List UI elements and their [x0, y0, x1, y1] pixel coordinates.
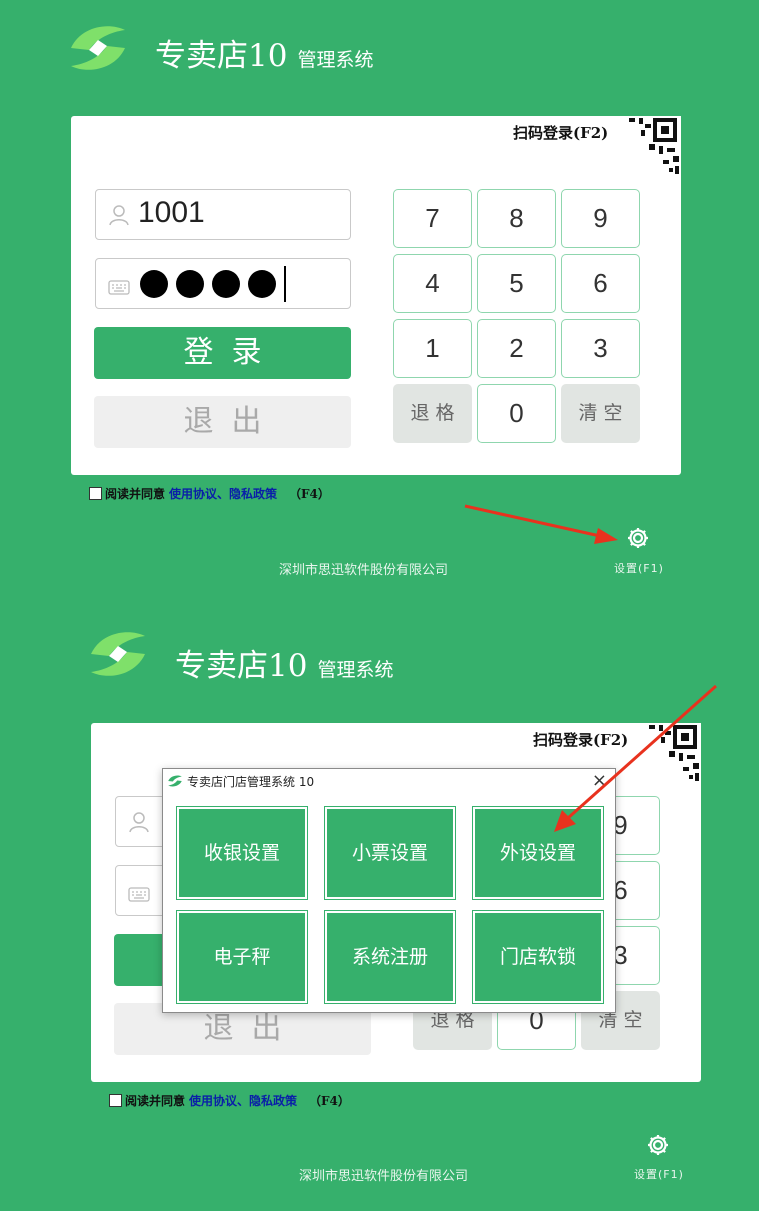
qr-code-icon[interactable] — [621, 116, 681, 176]
keyboard-icon — [108, 280, 130, 295]
key-2[interactable]: 2 — [477, 319, 556, 378]
key-0[interactable]: 0 — [477, 384, 556, 443]
brand-subtitle: 管理系统 — [317, 659, 394, 681]
key-8[interactable]: 8 — [477, 189, 556, 248]
store-softlock-button[interactable]: 门店软锁 — [472, 910, 604, 1004]
agree-shortcut: （F4） — [289, 487, 330, 501]
company-name: 深圳市思迅软件股份有限公司 — [299, 1169, 469, 1184]
cashier-settings-button[interactable]: 收银设置 — [176, 806, 308, 900]
key-3[interactable]: 3 — [561, 319, 640, 378]
agreement-row: 阅读并同意 使用协议、隐私政策 （F4） — [89, 485, 330, 502]
leaf-logo-icon — [91, 632, 145, 676]
key-1[interactable]: 1 — [393, 319, 472, 378]
username-field[interactable]: 1001 — [95, 189, 351, 240]
key-7[interactable]: 7 — [393, 189, 472, 248]
login-button[interactable]: 登录 — [94, 327, 351, 379]
key-backspace[interactable]: 退格 — [393, 384, 472, 443]
receipt-settings-button[interactable]: 小票设置 — [324, 806, 456, 900]
terms-link[interactable]: 使用协议、隐私政策 — [189, 1092, 297, 1109]
login-card: 扫码登录(F2) 1001 登录 退出 7 8 9 4 5 6 1 2 3 退格… — [71, 116, 681, 475]
settings-dialog-screen: 专卖店10 管理系统 扫码登录(F2) 退出 9 6 3 退格 0 清空 专卖店… — [0, 606, 759, 1211]
agree-checkbox[interactable] — [109, 1094, 122, 1107]
gear-icon[interactable] — [626, 526, 650, 550]
qr-code-icon[interactable] — [641, 723, 701, 783]
key-4[interactable]: 4 — [393, 254, 472, 313]
key-5[interactable]: 5 — [477, 254, 556, 313]
key-clear[interactable]: 清空 — [561, 384, 640, 443]
brand-name: 专卖店10 — [155, 38, 288, 74]
agree-shortcut: （F4） — [309, 1094, 350, 1108]
login-screen: 专卖店10 管理系统 扫码登录(F2) 1001 登录 退出 7 8 9 4 5… — [0, 0, 759, 605]
company-name: 深圳市思迅软件股份有限公司 — [279, 563, 449, 578]
close-icon[interactable]: × — [592, 770, 607, 791]
leaf-logo-icon — [168, 775, 182, 787]
agree-text: 阅读并同意 — [125, 1094, 186, 1108]
exit-button[interactable]: 退出 — [94, 396, 351, 448]
agreement-row: 阅读并同意 使用协议、隐私政策 （F4） — [109, 1092, 350, 1109]
key-6[interactable]: 6 — [561, 254, 640, 313]
electronic-scale-button[interactable]: 电子秤 — [176, 910, 308, 1004]
brand-name: 专卖店10 — [175, 648, 308, 684]
agree-text: 阅读并同意 — [105, 487, 166, 501]
qr-login-label[interactable]: 扫码登录(F2) — [513, 122, 608, 143]
system-registration-button[interactable]: 系统注册 — [324, 910, 456, 1004]
brand-title: 专卖店10 管理系统 — [175, 640, 393, 685]
password-field[interactable] — [95, 258, 351, 309]
username-value: 1001 — [138, 196, 205, 229]
user-icon — [109, 205, 129, 226]
key-9[interactable]: 9 — [561, 189, 640, 248]
settings-label[interactable]: 设置(F1) — [614, 560, 664, 576]
brand-subtitle: 管理系统 — [297, 49, 374, 71]
password-dots — [140, 266, 286, 302]
leaf-logo-icon — [71, 26, 125, 70]
settings-label[interactable]: 设置(F1) — [634, 1166, 684, 1182]
brand-title: 专卖店10 管理系统 — [155, 30, 373, 75]
keyboard-icon — [128, 887, 150, 902]
gear-icon[interactable] — [646, 1133, 670, 1157]
dialog-title: 专卖店门店管理系统 10 — [187, 775, 315, 789]
user-icon — [129, 812, 149, 833]
terms-link[interactable]: 使用协议、隐私政策 — [169, 485, 277, 502]
peripheral-settings-button[interactable]: 外设设置 — [472, 806, 604, 900]
qr-login-label[interactable]: 扫码登录(F2) — [533, 729, 628, 750]
agree-checkbox[interactable] — [89, 487, 102, 500]
settings-dialog: 专卖店门店管理系统 10 × 收银设置 小票设置 外设设置 电子秤 系统注册 门… — [162, 768, 616, 1013]
